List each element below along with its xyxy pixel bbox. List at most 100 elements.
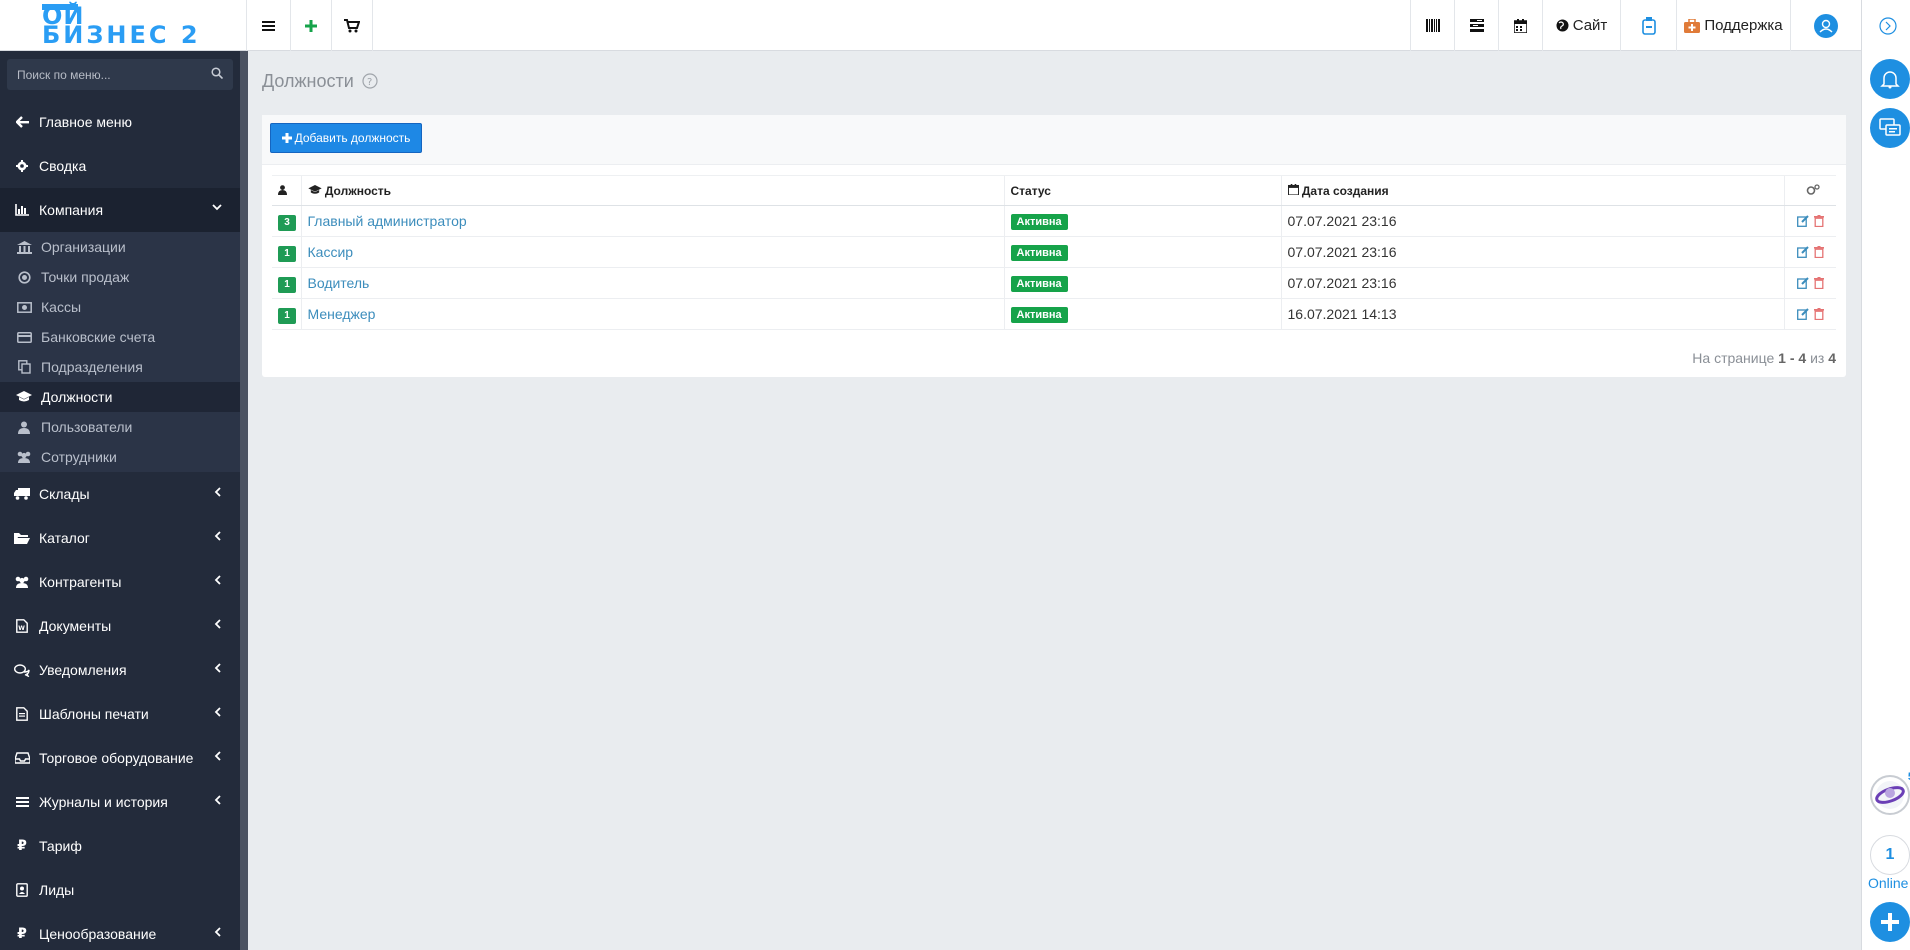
globe-icon (1556, 19, 1569, 32)
sidebar-item-documents[interactable]: W Документы (0, 604, 240, 648)
edit-icon[interactable] (1797, 277, 1809, 289)
barcode-button[interactable] (1410, 0, 1454, 51)
status-badge: Активна (1010, 245, 1068, 261)
table-row: 1 Водитель Активна 07.07.2021 23:16 (272, 267, 1836, 299)
dot-circle-icon (17, 270, 31, 284)
help-icon[interactable]: ? (362, 73, 378, 89)
quick-add-button[interactable] (290, 0, 331, 51)
sidebar-item-main-menu[interactable]: Главное меню (0, 100, 240, 144)
sidebar-item-print-templates[interactable]: Шаблоны печати (0, 692, 240, 736)
sidebar: Главное меню Сводка Компания Организации… (0, 51, 240, 950)
position-link[interactable]: Водитель (308, 275, 370, 291)
cogs-icon (1806, 183, 1820, 195)
position-link[interactable]: Кассир (308, 244, 354, 260)
sidebar-item-tariff[interactable]: ₽ Тариф (0, 824, 240, 868)
ruble-icon: ₽ (17, 838, 27, 854)
edit-icon[interactable] (1797, 308, 1809, 320)
trash-icon[interactable] (1814, 246, 1824, 258)
sidebar-scrollbar[interactable] (240, 51, 248, 950)
tasks-icon (1469, 19, 1484, 32)
pager-prefix: На странице (1692, 350, 1775, 366)
sidebar-subitem-label: Точки продаж (41, 269, 130, 285)
sidebar-item-pricing[interactable]: ₽ Ценообразование (0, 912, 240, 950)
user-icon (278, 184, 287, 195)
support-label: Поддержка (1704, 17, 1783, 34)
notifications-button[interactable] (1870, 59, 1910, 99)
sidebar-item-counterparties[interactable]: Контрагенты (0, 560, 240, 604)
sidebar-item-trade-equipment[interactable]: Торговое оборудование (0, 736, 240, 780)
status-badge: Активна (1010, 276, 1068, 292)
tasks-button[interactable] (1454, 0, 1498, 51)
sidebar-item-warehouses[interactable]: Склады (0, 472, 240, 516)
pager-total: 4 (1828, 350, 1836, 366)
user-count-badge: 3 (278, 214, 296, 231)
chat-button[interactable] (1870, 108, 1910, 148)
sidebar-item-catalog[interactable]: Каталог (0, 516, 240, 560)
sidebar-subitem-cash-desks[interactable]: Кассы (0, 292, 240, 322)
chart-icon (15, 204, 29, 216)
app-button[interactable] (1620, 0, 1676, 51)
trash-icon[interactable] (1814, 308, 1824, 320)
profile-button[interactable] (1790, 0, 1861, 51)
sidebar-subitem-sales-points[interactable]: Точки продаж (0, 262, 240, 292)
sidebar-subitem-label: Должности (41, 389, 113, 405)
collapse-chevron-icon[interactable] (1879, 17, 1897, 35)
site-button[interactable]: Сайт (1542, 0, 1620, 51)
widget-button[interactable]: 5 (1870, 771, 1910, 815)
actions-cell (1783, 205, 1836, 237)
online-count[interactable]: 1 (1870, 835, 1910, 875)
edit-icon[interactable] (1797, 215, 1809, 227)
calendar-button[interactable] (1498, 0, 1542, 51)
count-cell: 1 (272, 267, 301, 299)
sidebar-subitem-organizations[interactable]: Организации (0, 232, 240, 262)
position-link[interactable]: Главный администратор (308, 213, 467, 229)
sidebar-item-journals[interactable]: Журналы и история (0, 780, 240, 824)
users-icon (17, 451, 31, 463)
sidebar-item-label: Сводка (39, 158, 87, 174)
trash-icon[interactable] (1814, 277, 1824, 289)
sidebar-item-company[interactable]: Компания (0, 188, 240, 232)
trash-icon[interactable] (1814, 215, 1824, 227)
plus-icon (1881, 913, 1899, 931)
sidebar-subitem-users[interactable]: Пользователи (0, 412, 240, 442)
sidebar-subitem-departments[interactable]: Подразделения (0, 352, 240, 382)
support-button[interactable]: Поддержка (1676, 0, 1790, 51)
add-fab-button[interactable] (1870, 902, 1910, 942)
sidebar-item-notifications[interactable]: Уведомления (0, 648, 240, 692)
logo[interactable]: ОЙ БИЗНЕС 2 (0, 0, 246, 51)
sidebar-item-summary[interactable]: Сводка (0, 144, 240, 188)
chevron-left-icon (214, 575, 221, 585)
column-created[interactable]: Дата создания (1280, 175, 1784, 206)
sidebar-item-leads[interactable]: Лиды (0, 868, 240, 912)
column-settings[interactable] (1783, 175, 1836, 206)
sidebar-item-label: Каталог (39, 530, 90, 546)
cog-icon (16, 160, 28, 172)
position-link[interactable]: Менеджер (308, 306, 376, 322)
sidebar-subitem-employees[interactable]: Сотрудники (0, 442, 240, 472)
money-icon (16, 301, 32, 313)
sidebar-item-label: Компания (39, 202, 104, 218)
svg-text:W: W (18, 625, 25, 632)
count-cell: 1 (272, 298, 301, 330)
cart-button[interactable] (331, 0, 373, 51)
menu-search-input[interactable] (7, 59, 197, 90)
pager-of: из (1810, 350, 1825, 366)
table-row: 1 Менеджер Активна 16.07.2021 14:13 (272, 298, 1836, 330)
sidebar-subitem-bank-accounts[interactable]: Банковские счета (0, 322, 240, 352)
add-position-button[interactable]: Добавить должность (270, 123, 422, 153)
hamburger-icon (262, 20, 275, 31)
sidebar-subitem-positions[interactable]: Должности (0, 382, 240, 412)
chevron-down-icon (212, 204, 222, 211)
column-status[interactable]: Статус (1003, 175, 1281, 206)
site-label: Сайт (1572, 17, 1608, 34)
edit-icon[interactable] (1797, 246, 1809, 258)
mobile-app-icon (1641, 16, 1656, 35)
sidebar-item-label: Ценообразование (39, 926, 157, 942)
search-icon[interactable] (211, 67, 223, 79)
count-cell: 1 (272, 236, 301, 268)
menu-toggle-button[interactable] (246, 0, 290, 51)
column-position[interactable]: Должность (300, 175, 1004, 206)
column-status-label: Статус (1010, 183, 1051, 198)
bank-icon (16, 240, 32, 254)
arrow-left-icon (15, 116, 29, 128)
